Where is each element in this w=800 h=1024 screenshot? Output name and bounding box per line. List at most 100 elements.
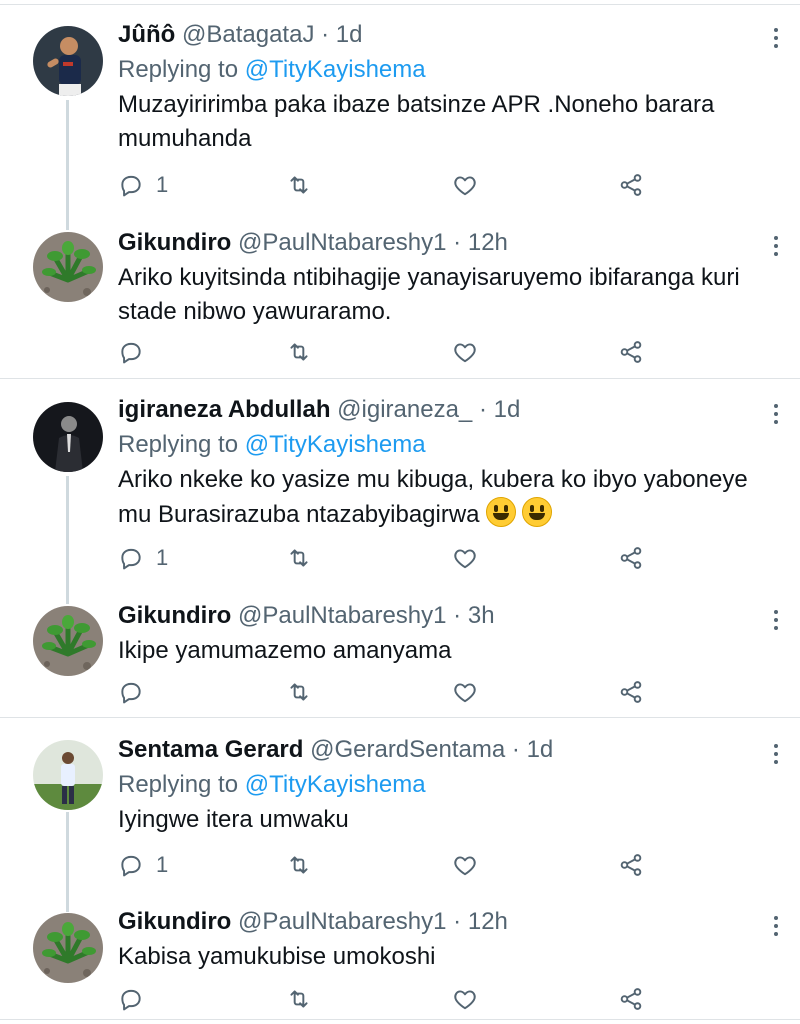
username[interactable]: @BatagataJ (182, 21, 314, 48)
more-icon[interactable] (774, 610, 780, 634)
mention-link[interactable]: @TityKayishema (245, 431, 426, 458)
tweet-header: Gikundiro @PaulNtabareshy1 · 12h (118, 228, 760, 258)
retweet-icon (286, 172, 312, 198)
like-button[interactable] (452, 986, 478, 1012)
tweet-text: Muzayiririmba paka ibaze batsinze APR .N… (118, 91, 715, 152)
share-icon (618, 172, 644, 198)
share-button[interactable] (618, 986, 644, 1012)
like-icon (452, 172, 478, 198)
reply-count: 1 (156, 172, 169, 197)
mention-link[interactable]: @TityKayishema (245, 56, 426, 83)
retweet-button[interactable] (286, 545, 312, 571)
replying-to: Replying to @TityKayishema (118, 55, 760, 85)
avatar[interactable] (33, 606, 103, 676)
retweet-button[interactable] (286, 172, 312, 198)
avatar[interactable] (33, 402, 103, 472)
tweet-text: Iyingwe itera umwaku (118, 806, 349, 833)
reply-count: 1 (156, 545, 169, 570)
more-icon[interactable] (774, 404, 780, 428)
share-icon (618, 545, 644, 571)
like-button[interactable] (452, 545, 478, 571)
share-button[interactable] (618, 679, 644, 705)
reply-icon (118, 339, 144, 365)
timestamp[interactable]: 1d (527, 736, 554, 763)
tweet-actions: 1 (118, 172, 678, 202)
replying-to: Replying to @TityKayishema (118, 430, 760, 460)
divider (0, 717, 800, 718)
tweet-text: Kabisa yamukubise umokoshi (118, 943, 436, 970)
avatar[interactable] (33, 26, 103, 96)
retweet-icon (286, 852, 312, 878)
share-button[interactable] (618, 852, 644, 878)
like-button[interactable] (452, 679, 478, 705)
timestamp[interactable]: 1d (336, 21, 363, 48)
reply-button[interactable]: 1 (118, 172, 168, 198)
reply-icon (118, 172, 144, 198)
separator-dot: · (453, 229, 462, 256)
display-name[interactable]: Gikundiro (118, 908, 231, 935)
tweet-actions (118, 986, 678, 1016)
share-button[interactable] (618, 172, 644, 198)
more-icon[interactable] (774, 744, 780, 768)
more-icon[interactable] (774, 236, 780, 260)
tweet-header: Gikundiro @PaulNtabareshy1 · 12h (118, 907, 760, 937)
grinning-emoji-icon (521, 497, 552, 527)
display-name[interactable]: Gikundiro (118, 602, 231, 629)
username[interactable]: @PaulNtabareshy1 (238, 908, 446, 935)
reply-button[interactable] (118, 339, 144, 365)
separator-dot: · (511, 736, 520, 763)
retweet-icon (286, 545, 312, 571)
separator-dot: · (478, 396, 487, 423)
like-icon (452, 339, 478, 365)
timestamp[interactable]: 1d (494, 396, 521, 423)
timestamp[interactable]: 3h (468, 602, 495, 629)
share-icon (618, 679, 644, 705)
username[interactable]: @PaulNtabareshy1 (238, 602, 446, 629)
more-icon[interactable] (774, 28, 780, 52)
timestamp[interactable]: 12h (468, 908, 508, 935)
like-button[interactable] (452, 339, 478, 365)
tweet-header: igiraneza Abdullah @igiraneza_ · 1d (118, 395, 760, 425)
display-name[interactable]: Sentama Gerard (118, 736, 303, 763)
avatar[interactable] (33, 913, 103, 983)
avatar[interactable] (33, 232, 103, 302)
like-button[interactable] (452, 172, 478, 198)
retweet-button[interactable] (286, 986, 312, 1012)
like-button[interactable] (452, 852, 478, 878)
like-icon (452, 545, 478, 571)
display-name[interactable]: Gikundiro (118, 229, 231, 256)
avatar[interactable] (33, 740, 103, 810)
separator-dot: · (453, 908, 462, 935)
display-name[interactable]: Jûñô (118, 21, 175, 48)
tweet-header: Jûñô @BatagataJ · 1d (118, 20, 760, 50)
mention-link[interactable]: @TityKayishema (245, 771, 426, 798)
top-divider (0, 4, 800, 5)
username[interactable]: @PaulNtabareshy1 (238, 229, 446, 256)
reply-button[interactable] (118, 679, 144, 705)
username[interactable]: @igiraneza_ (337, 396, 472, 423)
username[interactable]: @GerardSentama (310, 736, 505, 763)
like-icon (452, 679, 478, 705)
reply-icon (118, 545, 144, 571)
share-icon (618, 339, 644, 365)
retweet-icon (286, 986, 312, 1012)
share-button[interactable] (618, 339, 644, 365)
separator-dot: · (321, 21, 330, 48)
timestamp[interactable]: 12h (468, 229, 508, 256)
more-icon[interactable] (774, 916, 780, 940)
reply-button[interactable]: 1 (118, 852, 168, 878)
tweet-text-body: Ariko nkeke ko yasize mu kibuga, kubera … (118, 466, 748, 528)
reply-icon (118, 852, 144, 878)
tweet-text: Ariko kuyitsinda ntibihagije yanayisaruy… (118, 264, 740, 325)
divider (0, 378, 800, 379)
replying-to: Replying to @TityKayishema (118, 770, 760, 800)
retweet-button[interactable] (286, 339, 312, 365)
reply-button[interactable] (118, 986, 144, 1012)
reply-button[interactable]: 1 (118, 545, 168, 571)
share-button[interactable] (618, 545, 644, 571)
retweet-button[interactable] (286, 852, 312, 878)
tweet-header: Gikundiro @PaulNtabareshy1 · 3h (118, 601, 760, 631)
retweet-button[interactable] (286, 679, 312, 705)
grinning-emoji-icon (485, 497, 516, 527)
display-name[interactable]: igiraneza Abdullah (118, 396, 330, 423)
